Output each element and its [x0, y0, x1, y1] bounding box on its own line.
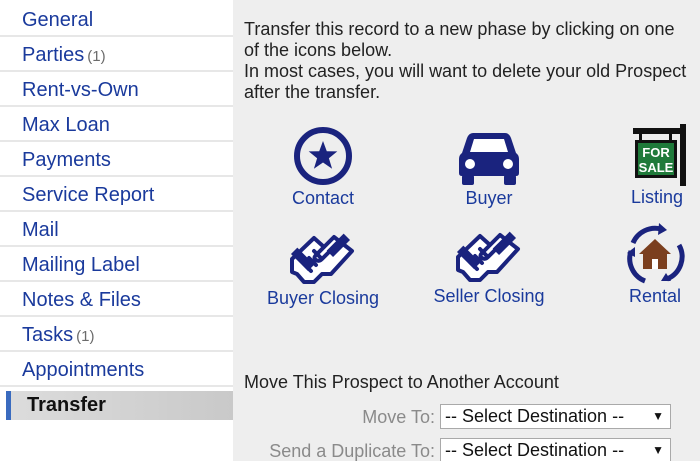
duplicate-to-label: Send a Duplicate To:: [269, 441, 435, 461]
sidebar-item-count: (1): [87, 48, 106, 65]
phase-label: Rental: [628, 286, 682, 306]
transfer-seller-closing-button[interactable]: Seller Closing: [424, 223, 554, 307]
house-cycle-icon: [627, 223, 685, 284]
sidebar-item-mail[interactable]: Mail: [0, 213, 233, 247]
phase-label: Buyer: [465, 188, 513, 208]
sidebar: General Parties (1) Rent-vs-Own Max Loan …: [0, 0, 233, 461]
sidebar-item-transfer[interactable]: Transfer: [6, 391, 233, 420]
sign-text-sale: SALE: [639, 160, 674, 175]
sidebar-item-label: Service Report: [22, 184, 155, 206]
sidebar-item-appointments[interactable]: Appointments: [0, 353, 233, 387]
handshake-icon: [456, 231, 520, 282]
sidebar-item-label: Mailing Label: [22, 254, 140, 276]
move-to-row: Move To: -- Select Destination -- ▼: [233, 404, 673, 430]
sidebar-item-label: Notes & Files: [22, 289, 141, 311]
move-to-label: Move To:: [362, 407, 435, 427]
transfer-instructions: Transfer this record to a new phase by c…: [244, 19, 694, 103]
sidebar-item-payments[interactable]: Payments: [0, 143, 233, 177]
transfer-contact-button[interactable]: Contact: [278, 125, 368, 209]
sidebar-item-label: Appointments: [22, 359, 145, 381]
move-to-select[interactable]: -- Select Destination -- ▼: [440, 404, 671, 429]
sidebar-item-notes-files[interactable]: Notes & Files: [0, 283, 233, 317]
sign-text-for: FOR: [642, 145, 670, 160]
sidebar-item-count: (1): [76, 328, 95, 345]
sidebar-item-label: Parties: [22, 44, 85, 66]
transfer-buyer-closing-button[interactable]: Buyer Closing: [255, 225, 391, 309]
duplicate-to-value: -- Select Destination --: [445, 440, 625, 460]
phase-label: Contact: [291, 188, 355, 208]
duplicate-to-row: Send a Duplicate To: -- Select Destinati…: [233, 438, 673, 461]
chevron-down-icon: ▼: [652, 443, 664, 457]
intro-line-2: In most cases, you will want to delete y…: [244, 61, 687, 102]
move-section-title: Move This Prospect to Another Account: [244, 372, 559, 392]
sidebar-item-label: Payments: [22, 149, 111, 171]
phase-label: Buyer Closing: [266, 288, 380, 308]
sidebar-item-label: General: [22, 9, 94, 31]
chevron-down-icon: ▼: [652, 409, 664, 423]
transfer-buyer-button[interactable]: Buyer: [444, 125, 534, 209]
intro-line-1: Transfer this record to a new phase by c…: [244, 19, 675, 60]
transfer-rental-button[interactable]: Rental: [615, 223, 695, 307]
sidebar-item-label: Rent-vs-Own: [22, 79, 139, 101]
sidebar-item-label: Mail: [22, 219, 59, 241]
move-to-value: -- Select Destination --: [445, 406, 625, 426]
for-sale-sign-icon: FOR SALE: [633, 124, 686, 186]
sidebar-item-parties[interactable]: Parties (1): [0, 38, 233, 72]
sidebar-item-label: Transfer: [27, 394, 106, 416]
transfer-panel: Transfer this record to a new phase by c…: [233, 0, 700, 461]
phase-label: Seller Closing: [433, 286, 545, 306]
handshake-icon: [290, 233, 354, 284]
sidebar-item-service-report[interactable]: Service Report: [0, 178, 233, 212]
sidebar-item-rent-vs-own[interactable]: Rent-vs-Own: [0, 73, 233, 107]
phase-label: Listing: [630, 187, 684, 207]
sidebar-item-max-loan[interactable]: Max Loan: [0, 108, 233, 142]
transfer-listing-button[interactable]: FOR SALE Listing: [619, 122, 695, 208]
sidebar-item-label: Tasks: [22, 324, 74, 346]
sidebar-item-tasks[interactable]: Tasks (1): [0, 318, 233, 352]
sidebar-item-general[interactable]: General: [0, 3, 233, 37]
duplicate-to-select[interactable]: -- Select Destination -- ▼: [440, 438, 671, 461]
car-icon: [459, 133, 519, 185]
sidebar-item-mailing-label[interactable]: Mailing Label: [0, 248, 233, 282]
sidebar-item-label: Max Loan: [22, 114, 110, 136]
star-circle-icon: [294, 127, 352, 185]
